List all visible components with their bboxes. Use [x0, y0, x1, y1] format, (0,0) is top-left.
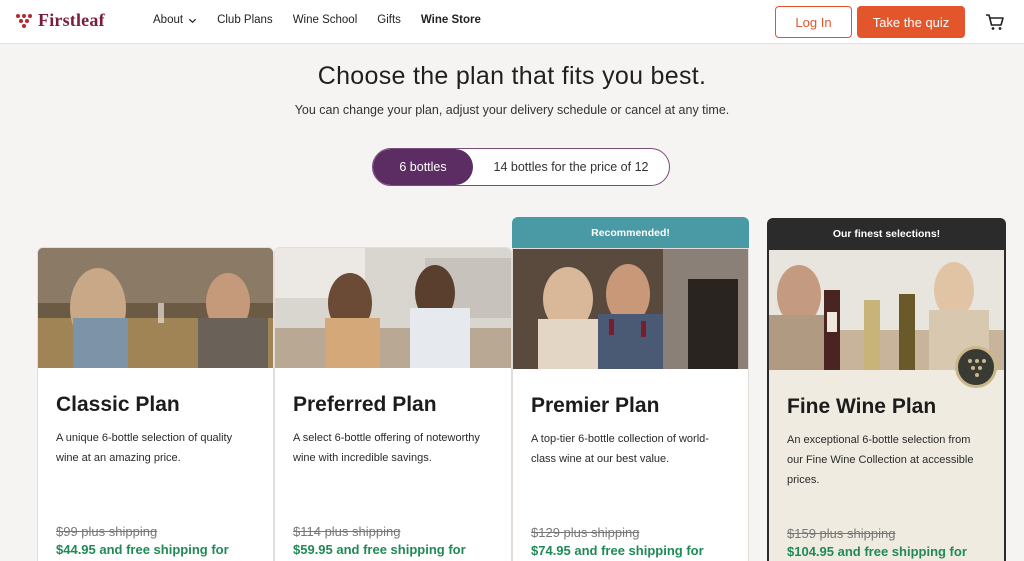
main-nav: About Club Plans Wine School Gifts Wine … [153, 14, 481, 26]
plan-old-price: $114 plus shipping [293, 524, 401, 539]
plan-card-preferred[interactable]: Preferred Plan A select 6-bottle offerin… [274, 247, 512, 561]
bottle-count-toggle: 6 bottles 14 bottles for the price of 12 [372, 148, 670, 186]
toggle-6-bottles[interactable]: 6 bottles [373, 149, 473, 185]
plan-new-price: $59.95 and free shipping for [293, 542, 466, 557]
plan-new-price: $44.95 and free shipping for [56, 542, 229, 557]
plan-old-price: $99 plus shipping [56, 524, 158, 539]
nav-club-plans[interactable]: Club Plans [217, 14, 273, 26]
plan-description: A select 6-bottle offering of noteworthy… [293, 432, 480, 464]
plan-title: Premier Plan [531, 394, 660, 417]
plan-old-price: $159 plus shipping [787, 526, 896, 541]
chevron-down-icon [188, 18, 197, 23]
nav-about[interactable]: About [153, 14, 197, 26]
page-title: Choose the plan that fits you best. [317, 62, 707, 90]
plan-description: A top-tier 6-bottle collection of world-… [531, 433, 709, 465]
plan-title: Fine Wine Plan [787, 395, 937, 418]
logo-grape-icon [16, 13, 32, 29]
fine-wine-seal-icon [955, 346, 997, 388]
site-header: Firstleaf About Club Plans Wine School G… [0, 0, 1024, 44]
plan-description: A unique 6-bottle selection of quality w… [56, 432, 233, 464]
page-subtitle: You can change your plan, adjust your de… [294, 103, 730, 117]
plan-title: Preferred Plan [293, 393, 437, 416]
take-quiz-button[interactable]: Take the quiz [857, 6, 965, 38]
plan-description: An exceptional 6-bottle selection from o… [787, 434, 974, 486]
login-button[interactable]: Log In [775, 6, 852, 38]
nav-wine-store[interactable]: Wine Store [421, 14, 481, 26]
nav-about-label: About [153, 14, 184, 26]
nav-wine-school[interactable]: Wine School [293, 14, 358, 26]
plan-new-price: $104.95 and free shipping for [787, 544, 967, 559]
plan-title: Classic Plan [56, 393, 180, 416]
plan-new-price: $74.95 and free shipping for [531, 543, 704, 558]
toggle-14-bottles[interactable]: 14 bottles for the price of 12 [473, 149, 669, 185]
plan-photo [275, 248, 511, 368]
cart-icon[interactable] [985, 12, 1005, 32]
plan-old-price: $129 plus shipping [531, 525, 640, 540]
logo-text: Firstleaf [38, 10, 105, 30]
nav-gifts[interactable]: Gifts [377, 14, 401, 26]
recommended-banner: Recommended! [512, 217, 749, 249]
plan-photo [513, 249, 748, 369]
logo[interactable]: Firstleaf [16, 10, 105, 31]
plan-card-premier[interactable]: Premier Plan A top-tier 6-bottle collect… [512, 248, 749, 561]
plan-photo [38, 248, 273, 368]
plan-card-fine-wine[interactable]: Fine Wine Plan An exceptional 6-bottle s… [767, 248, 1006, 561]
plan-card-classic[interactable]: Classic Plan A unique 6-bottle selection… [37, 247, 274, 561]
finest-selections-banner: Our finest selections! [767, 218, 1006, 250]
